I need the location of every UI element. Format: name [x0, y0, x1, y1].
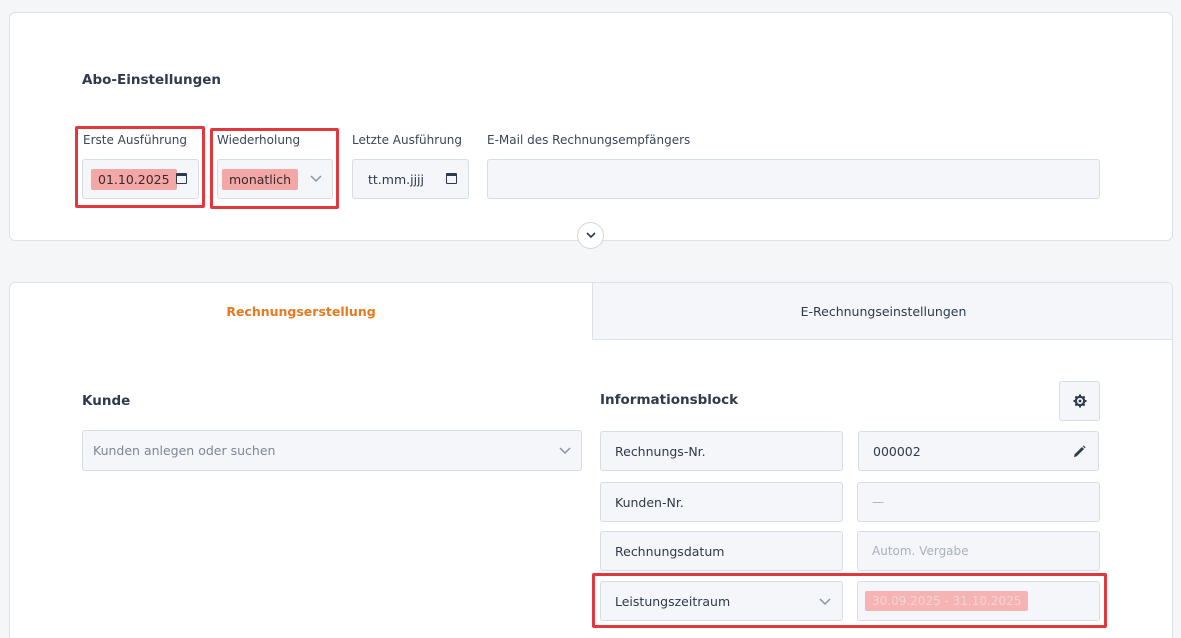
- letzte-ausfuehrung-input[interactable]: tt.mm.jjjj: [352, 159, 469, 199]
- leistungszeitraum-label: Leistungszeitraum: [615, 593, 731, 609]
- abo-settings-card: [9, 12, 1173, 241]
- info-settings-button[interactable]: [1059, 381, 1100, 421]
- rechnungs-nr-input[interactable]: 000002: [858, 431, 1099, 471]
- rechnungs-nr-value: 000002: [873, 443, 921, 459]
- calendar-icon[interactable]: [446, 173, 457, 184]
- info-label-rechnungsdatum: Rechnungsdatum: [600, 531, 843, 571]
- calendar-icon[interactable]: [176, 173, 187, 184]
- info-label-kunden-nr: Kunden-Nr.: [600, 482, 843, 522]
- leistungszeitraum-value: 30.09.2025 - 31.10.2025: [865, 591, 1029, 611]
- informationsblock-title: Informationsblock: [600, 392, 739, 408]
- rechnungsdatum-value: Autom. Vergabe: [872, 544, 969, 558]
- kunden-nr-value: —: [872, 495, 884, 509]
- chevron-down-icon: [559, 447, 571, 455]
- pencil-icon[interactable]: [1073, 445, 1086, 458]
- email-empfaenger-input[interactable]: [487, 159, 1100, 199]
- abo-settings-title: Abo-Einstellungen: [82, 72, 222, 88]
- kunde-search-select[interactable]: Kunden anlegen oder suchen: [82, 430, 582, 471]
- rechnungsdatum-input[interactable]: Autom. Vergabe: [857, 531, 1100, 571]
- wiederholung-label: Wiederholung: [217, 133, 301, 147]
- tab-e-rechnungseinstellungen[interactable]: E-Rechnungseinstellungen: [592, 283, 1172, 340]
- erste-ausfuehrung-label: Erste Ausführung: [83, 133, 187, 147]
- expand-button[interactable]: [577, 222, 604, 249]
- tab-rechnungserstellung[interactable]: Rechnungserstellung: [10, 283, 592, 340]
- leistungszeitraum-select[interactable]: Leistungszeitraum: [600, 581, 843, 621]
- letzte-ausfuehrung-value: tt.mm.jjjj: [368, 171, 424, 187]
- gear-icon: [1073, 394, 1086, 408]
- kunde-title: Kunde: [82, 393, 131, 409]
- chevron-down-icon: [585, 232, 596, 239]
- wiederholung-select[interactable]: monatlich: [217, 159, 333, 199]
- info-label-rechnungs-nr: Rechnungs-Nr.: [600, 431, 843, 471]
- leistungszeitraum-input[interactable]: 30.09.2025 - 31.10.2025: [857, 581, 1100, 621]
- chevron-down-icon: [310, 175, 322, 183]
- kunde-search-placeholder: Kunden anlegen oder suchen: [93, 443, 276, 458]
- chevron-down-icon: [819, 598, 831, 606]
- letzte-ausfuehrung-label: Letzte Ausführung: [352, 133, 463, 147]
- email-empfaenger-label: E-Mail des Rechnungsempfängers: [487, 133, 691, 147]
- erste-ausfuehrung-value: 01.10.2025: [91, 168, 177, 190]
- kunden-nr-input[interactable]: —: [857, 482, 1100, 522]
- erste-ausfuehrung-input[interactable]: 01.10.2025: [82, 159, 199, 199]
- wiederholung-value: monatlich: [222, 168, 299, 190]
